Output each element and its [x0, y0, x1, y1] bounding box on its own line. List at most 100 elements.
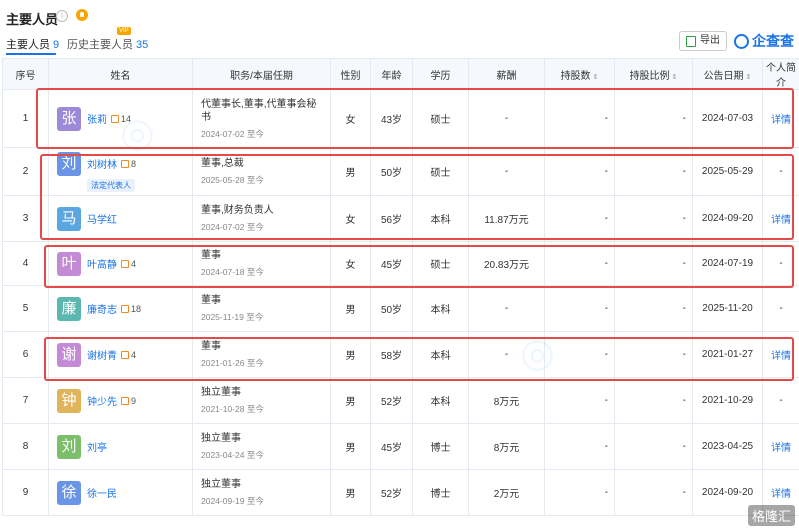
cell-edu: 本科: [412, 377, 469, 424]
person-name-link[interactable]: 廉奇志: [87, 301, 117, 316]
avatar[interactable]: 马: [57, 206, 81, 231]
cell-pay: 20.83万元: [468, 241, 545, 286]
cell-shares: -: [544, 423, 615, 470]
bio-detail-link[interactable]: 详情: [762, 195, 799, 242]
related-count[interactable]: 18: [121, 304, 141, 314]
cell-edu: 硕士: [412, 147, 469, 196]
cell-ratio: -: [614, 377, 693, 424]
sort-icon: ⇕: [745, 73, 752, 81]
cell-ratio: -: [614, 147, 693, 196]
person-name-link[interactable]: 马学红: [87, 211, 117, 226]
table-row: 9 徐徐一民 独立董事 2024-09-19 至今 男 52岁 博士 2万元 -…: [2, 469, 799, 516]
col-age: 年龄: [370, 58, 413, 90]
term-text: 2024-07-02 至今: [201, 222, 264, 232]
col-shares[interactable]: 持股数 ⇕: [544, 58, 615, 90]
avatar[interactable]: 钟: [57, 388, 81, 413]
cell-no: 2: [2, 147, 49, 196]
cell-bio: -: [762, 377, 799, 424]
cell-name: 徐徐一民: [48, 469, 193, 516]
cell-ratio: -: [614, 423, 693, 470]
cell-sex: 男: [330, 377, 371, 424]
tab-history-personnel[interactable]: 历史主要人员 35: [67, 36, 148, 52]
cell-ratio: -: [614, 331, 693, 378]
cell-date: 2023-04-25: [692, 423, 763, 470]
related-count[interactable]: 4: [121, 259, 136, 269]
related-count[interactable]: 9: [121, 396, 136, 406]
cell-shares: -: [544, 377, 615, 424]
col-date[interactable]: 公告日期 ⇕: [692, 58, 763, 90]
person-name-link[interactable]: 张莉: [87, 111, 107, 126]
cell-age: 50岁: [370, 147, 413, 196]
bio-detail-link[interactable]: 详情: [762, 331, 799, 378]
col-pay: 薪酬: [468, 58, 545, 90]
related-count[interactable]: 4: [121, 350, 136, 360]
cell-bio: -: [762, 285, 799, 332]
avatar[interactable]: 徐: [57, 480, 81, 505]
person-name-link[interactable]: 钟少先: [87, 393, 117, 408]
role-text: 董事,财务负责人: [201, 205, 274, 216]
cell-sex: 女: [330, 195, 371, 242]
tab-main-personnel[interactable]: 主要人员 9: [6, 36, 59, 52]
term-text: 2021-10-28 至今: [201, 404, 264, 414]
person-name-link[interactable]: 刘亭: [87, 439, 107, 454]
cell-pay: -: [468, 89, 545, 148]
cell-ratio: -: [614, 89, 693, 148]
cell-role: 董事 2024-07-18 至今: [192, 241, 331, 286]
watermark: ◎: [120, 111, 155, 155]
bio-detail-link[interactable]: 详情: [762, 89, 799, 148]
avatar[interactable]: 谢: [57, 342, 81, 367]
person-name-link[interactable]: 叶高静: [87, 256, 117, 271]
legal-rep-tag: 法定代表人: [87, 178, 135, 192]
cell-role: 独立董事 2023-04-24 至今: [192, 423, 331, 470]
section-header: 主要人员 i 主要人员 9 历史主要人员 35 VIP 导出 企查查: [0, 0, 799, 58]
avatar[interactable]: 张: [57, 106, 81, 131]
bio-detail-link[interactable]: 详情: [762, 423, 799, 470]
company-icon: [121, 259, 129, 268]
col-edu: 学历: [412, 58, 469, 90]
cell-pay: 2万元: [468, 469, 545, 516]
role-text: 董事,总裁: [201, 158, 244, 169]
cell-sex: 女: [330, 89, 371, 148]
cell-no: 5: [2, 285, 49, 332]
export-button[interactable]: 导出: [679, 31, 727, 51]
cell-pay: 11.87万元: [468, 195, 545, 242]
cell-ratio: -: [614, 241, 693, 286]
cell-date: 2021-10-29: [692, 377, 763, 424]
cell-shares: -: [544, 89, 615, 148]
term-text: 2024-07-02 至今: [201, 128, 264, 139]
avatar[interactable]: 叶: [57, 251, 81, 276]
cell-name: 钟钟少先 9: [48, 377, 193, 424]
info-icon[interactable]: i: [56, 10, 68, 22]
col-role: 职务/本届任期: [192, 58, 331, 90]
person-name-link[interactable]: 谢树青: [87, 347, 117, 362]
person-name-link[interactable]: 徐一民: [87, 485, 117, 500]
sort-icon: ⇕: [592, 73, 599, 81]
term-text: 2025-05-28 至今: [201, 175, 264, 185]
role-text: 独立董事: [201, 387, 241, 398]
col-ratio[interactable]: 持股比例 ⇕: [614, 58, 693, 90]
company-icon: [111, 114, 119, 123]
cell-date: 2024-09-20: [692, 195, 763, 242]
avatar[interactable]: 刘: [57, 151, 81, 176]
avatar[interactable]: 刘: [57, 434, 81, 459]
cell-pay: -: [468, 147, 545, 196]
cell-pay: 8万元: [468, 377, 545, 424]
avatar[interactable]: 廉: [57, 296, 81, 321]
cell-edu: 本科: [412, 331, 469, 378]
watermark: ◎: [520, 331, 555, 375]
cell-role: 董事,财务负责人 2024-07-02 至今: [192, 195, 331, 242]
cell-date: 2025-05-29: [692, 147, 763, 196]
related-count[interactable]: 8: [121, 159, 136, 169]
cell-age: 52岁: [370, 469, 413, 516]
cell-edu: 本科: [412, 195, 469, 242]
cell-date: 2024-07-19: [692, 241, 763, 286]
company-icon: [121, 159, 129, 168]
table-row: 3 马马学红 董事,财务负责人 2024-07-02 至今 女 56岁 本科 1…: [2, 195, 799, 242]
person-name-link[interactable]: 刘树林: [87, 156, 117, 171]
cell-name: 叶叶高静 4: [48, 241, 193, 286]
cell-age: 50岁: [370, 285, 413, 332]
col-bio: 个人简介: [762, 58, 799, 90]
company-icon: [121, 396, 129, 405]
cell-no: 8: [2, 423, 49, 470]
bell-icon[interactable]: [76, 9, 88, 21]
